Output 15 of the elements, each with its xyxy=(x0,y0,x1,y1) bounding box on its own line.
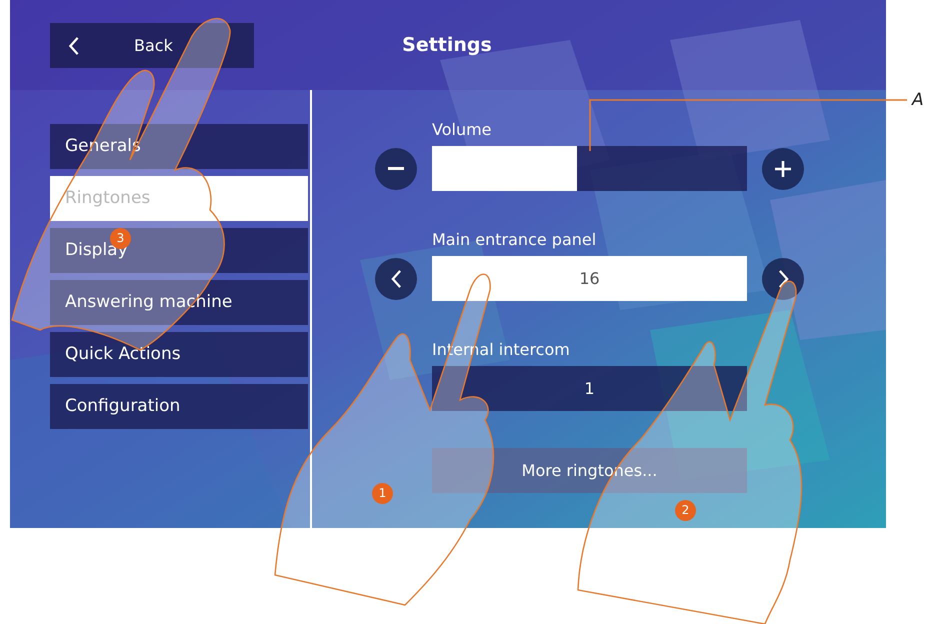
annotation-label: A xyxy=(912,90,924,110)
back-button[interactable]: Back xyxy=(50,23,254,68)
ringtone-field[interactable]: 1 xyxy=(432,366,747,411)
screen-title: Settings xyxy=(401,33,493,58)
menu-item[interactable]: Configuration xyxy=(50,384,308,429)
chevron-left-icon xyxy=(390,268,402,288)
minus-icon xyxy=(388,167,404,170)
menu-item[interactable]: Quick Actions xyxy=(50,332,308,377)
plus-icon xyxy=(773,158,793,178)
volume-label: Volume xyxy=(431,119,493,141)
chevron-left-icon xyxy=(68,36,80,56)
volume-slider[interactable] xyxy=(432,146,747,191)
ringtone-field[interactable]: 16 xyxy=(432,256,747,301)
chevron-right-icon xyxy=(778,268,788,288)
selector-label: Main entrance panel xyxy=(431,229,598,251)
